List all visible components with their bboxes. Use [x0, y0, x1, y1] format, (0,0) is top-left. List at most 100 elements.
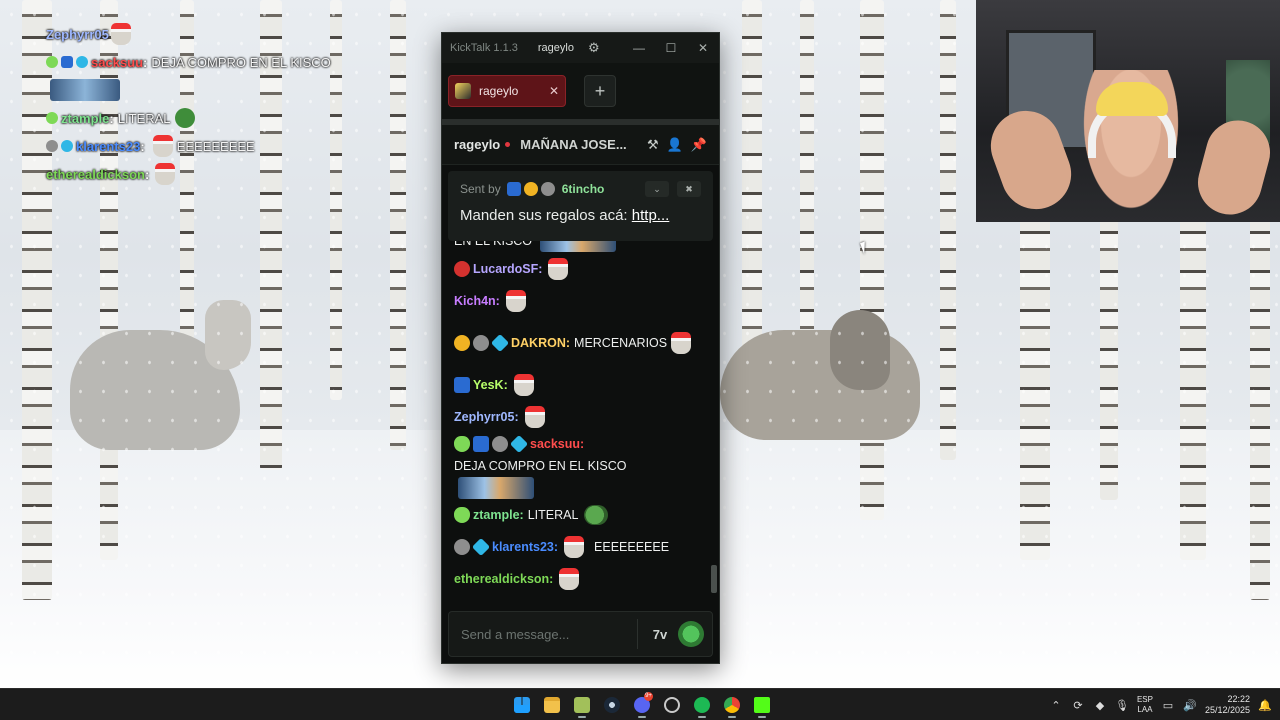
network-icon[interactable]: ▭: [1161, 698, 1175, 712]
clock[interactable]: 22:22 25/12/2025: [1205, 694, 1250, 716]
frog-emote-icon: [584, 505, 609, 525]
pinned-message-text: Manden sus regalos acá:: [460, 207, 632, 224]
overlay-colon: :: [140, 138, 145, 154]
chat-message[interactable]: Zephyrr05:: [454, 401, 698, 433]
message-input[interactable]: [461, 626, 621, 642]
message-username[interactable]: Kich4n:: [454, 290, 500, 312]
overlay-line: etherealdickson:: [46, 160, 426, 188]
app-icon[interactable]: [570, 692, 594, 718]
skull-emote-icon: [548, 258, 569, 280]
language-indicator[interactable]: ESP LAA: [1137, 695, 1153, 715]
7tv-emote-button[interactable]: 7v: [644, 618, 676, 650]
skull-emote-icon: [513, 374, 534, 396]
mod-tools-icon[interactable]: ⚒: [647, 137, 659, 153]
kick-emote-button[interactable]: [678, 621, 704, 647]
cube-badge-icon: [471, 537, 491, 557]
chrome-icon[interactable]: [720, 692, 744, 718]
discord-notification-badge: 9+: [644, 692, 653, 701]
overlay-colon: :: [109, 110, 114, 126]
window-titlebar[interactable]: KickTalk 1.1.3 rageylo ⚙ — ☐ ✕: [442, 33, 719, 63]
microphone-icon[interactable]: 🎙: [1115, 698, 1129, 712]
chat-message[interactable]: LucardoSF:: [454, 253, 698, 285]
message-username[interactable]: etherealdickson:: [454, 568, 553, 590]
pinned-link[interactable]: http...: [632, 207, 670, 224]
tab-rageylo[interactable]: rageylo ✕: [448, 75, 566, 107]
message-text: DEJA COMPRO EN EL KISCO: [454, 459, 627, 473]
alien-badge-icon: [454, 507, 470, 523]
start-icon[interactable]: [510, 692, 534, 718]
notification-bell-icon[interactable]: 🔔: [1258, 698, 1272, 712]
security-icon[interactable]: ◆: [1093, 698, 1107, 712]
skull-emote-icon: [559, 568, 580, 590]
message-input-box: 7v: [448, 611, 713, 657]
overlay-line: klarents23: EEEEEEEEE: [46, 132, 426, 160]
grey-badge-icon: [540, 182, 555, 196]
message-text: EEEEEEEEE: [594, 540, 670, 554]
sync-icon[interactable]: ⟳: [1071, 698, 1085, 712]
language-top: ESP: [1136, 695, 1153, 704]
overlay-line: [46, 76, 426, 104]
cube-badge-icon: [509, 434, 529, 454]
spotify-icon[interactable]: [690, 692, 714, 718]
pinned-user[interactable]: 6tincho: [562, 182, 605, 196]
message-username[interactable]: DAKRON:: [511, 332, 570, 354]
language-bottom: LAA: [1137, 705, 1153, 714]
unpin-icon[interactable]: ✖: [677, 181, 701, 197]
chat-message[interactable]: ztample: LITERAL: [454, 499, 698, 531]
steam-icon[interactable]: [600, 692, 624, 718]
message-username[interactable]: LucardoSF:: [473, 258, 542, 280]
message-username[interactable]: Zephyrr05:: [454, 406, 519, 428]
overlay-username: Zephyrr05: [46, 26, 109, 42]
settings-gear-icon[interactable]: ⚙: [588, 40, 600, 56]
user-icon[interactable]: 👤: [667, 137, 683, 153]
sword-badge-icon: [473, 436, 489, 452]
volume-icon[interactable]: 🔊: [1183, 698, 1197, 712]
message-username[interactable]: ztample:: [473, 504, 524, 526]
file-explorer-icon[interactable]: [540, 692, 564, 718]
chat-scrollbar[interactable]: [711, 565, 717, 593]
maximize-button[interactable]: ☐: [655, 41, 687, 55]
overlay-username: etherealdickson: [46, 166, 145, 182]
grey-badge-icon: [46, 140, 58, 152]
chevron-up-icon[interactable]: ⌃: [1049, 698, 1063, 712]
alien-badge-icon: [46, 112, 58, 124]
skull-emote-icon: [110, 23, 131, 45]
overlay-username: klarents23: [76, 138, 141, 154]
close-tab-icon[interactable]: ✕: [549, 84, 559, 98]
chat-message[interactable]: klarents23: EEEEEEEEE: [454, 531, 698, 563]
cube-badge-icon: [61, 140, 73, 152]
skull-emote-icon: [564, 536, 585, 558]
clock-time: 22:22: [1227, 694, 1250, 704]
pin-icon[interactable]: 📌: [691, 137, 707, 153]
kicktalk-window: KickTalk 1.1.3 rageylo ⚙ — ☐ ✕ rageylo ✕…: [441, 32, 720, 664]
close-button[interactable]: ✕: [687, 41, 719, 55]
overlay-message: DEJA COMPRO EN EL KISCO: [151, 54, 331, 70]
skull-emote-icon: [152, 135, 173, 157]
message-username[interactable]: YesK:: [473, 374, 508, 396]
chat-message[interactable]: etherealdickson:: [454, 563, 698, 595]
streamer-name[interactable]: rageylo: [454, 137, 500, 152]
chat-message[interactable]: YesK:: [454, 369, 698, 401]
clock-app-icon[interactable]: [660, 692, 684, 718]
discord-icon[interactable]: 9+: [630, 692, 654, 718]
input-divider: [637, 619, 638, 649]
window-controls: — ☐ ✕: [623, 41, 719, 55]
pinned-actions: ⌄ ✖: [645, 181, 701, 197]
wide-emote-icon: [50, 79, 120, 101]
titlebar-channel: rageylo: [537, 42, 574, 54]
skull-emote-icon: [671, 332, 692, 354]
chat-message[interactable]: sacksuu: DEJA COMPRO EN EL KISCO: [454, 433, 698, 499]
message-username[interactable]: sacksuu:: [530, 433, 584, 455]
add-tab-button[interactable]: +: [584, 75, 616, 107]
chat-message[interactable]: Kich4n:: [454, 285, 698, 317]
minimize-button[interactable]: —: [623, 41, 655, 55]
chevron-down-icon[interactable]: ⌄: [645, 181, 669, 197]
kick-icon[interactable]: [750, 692, 774, 718]
chat-area[interactable]: Sent by 6tincho ⌄ ✖ Manden sus regalos a…: [442, 165, 719, 595]
message-username[interactable]: klarents23:: [492, 536, 558, 558]
chat-message[interactable]: DAKRON: MERCENARIOS: [454, 317, 698, 369]
webcam-feed: [976, 0, 1280, 222]
message-text: MERCENARIOS: [574, 336, 668, 350]
wide-emote-icon: [458, 477, 534, 499]
red-badge-icon: [454, 261, 470, 277]
